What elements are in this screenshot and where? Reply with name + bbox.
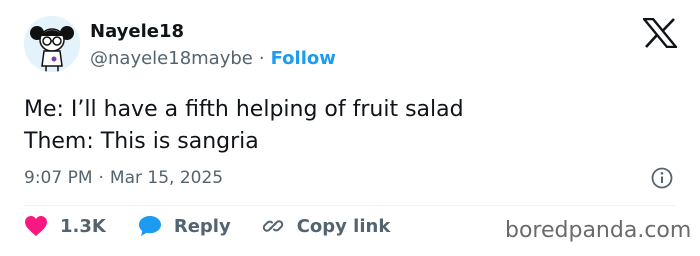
tweet-time: 9:07 PM <box>24 168 93 188</box>
action-bar: 1.3K Reply Copy link <box>24 214 390 238</box>
handle-row: @nayele18maybe · Follow <box>90 48 336 69</box>
separator-dot: · <box>98 168 104 188</box>
tweet-card: Nayele18 @nayele18maybe · Follow Me: I’ll … <box>0 0 700 256</box>
reply-bubble-icon <box>138 216 161 236</box>
info-icon[interactable] <box>651 167 673 189</box>
avatar-illustration <box>24 16 80 72</box>
tweet-date: Mar 15, 2025 <box>109 168 224 188</box>
avatar[interactable] <box>24 16 80 72</box>
like-button[interactable]: 1.3K <box>24 215 106 237</box>
heart-icon <box>25 216 47 236</box>
link-icon <box>262 220 283 232</box>
watermark: boredpanda.com <box>505 218 692 243</box>
tweet-timestamp[interactable]: 9:07 PM · Mar 15, 2025 <box>24 168 223 188</box>
copy-link-label: Copy link <box>296 215 391 237</box>
reply-label: Reply <box>173 215 231 237</box>
handle[interactable]: @nayele18maybe <box>90 48 253 69</box>
tweet-text: Me: I’ll have a fifth helping of fruit s… <box>24 94 464 158</box>
divider <box>24 205 676 206</box>
copy-link-button[interactable]: Copy link <box>261 214 391 238</box>
tweet-line: Me: I’ll have a fifth helping of fruit s… <box>24 97 464 122</box>
follow-button[interactable]: Follow <box>271 48 336 69</box>
x-logo-icon[interactable] <box>643 18 677 48</box>
like-count: 1.3K <box>60 215 106 237</box>
reply-button[interactable]: Reply <box>138 215 231 237</box>
separator-dot: · <box>258 48 265 69</box>
tweet-line: Them: This is sangria <box>24 129 259 154</box>
display-name[interactable]: Nayele18 <box>90 21 184 42</box>
